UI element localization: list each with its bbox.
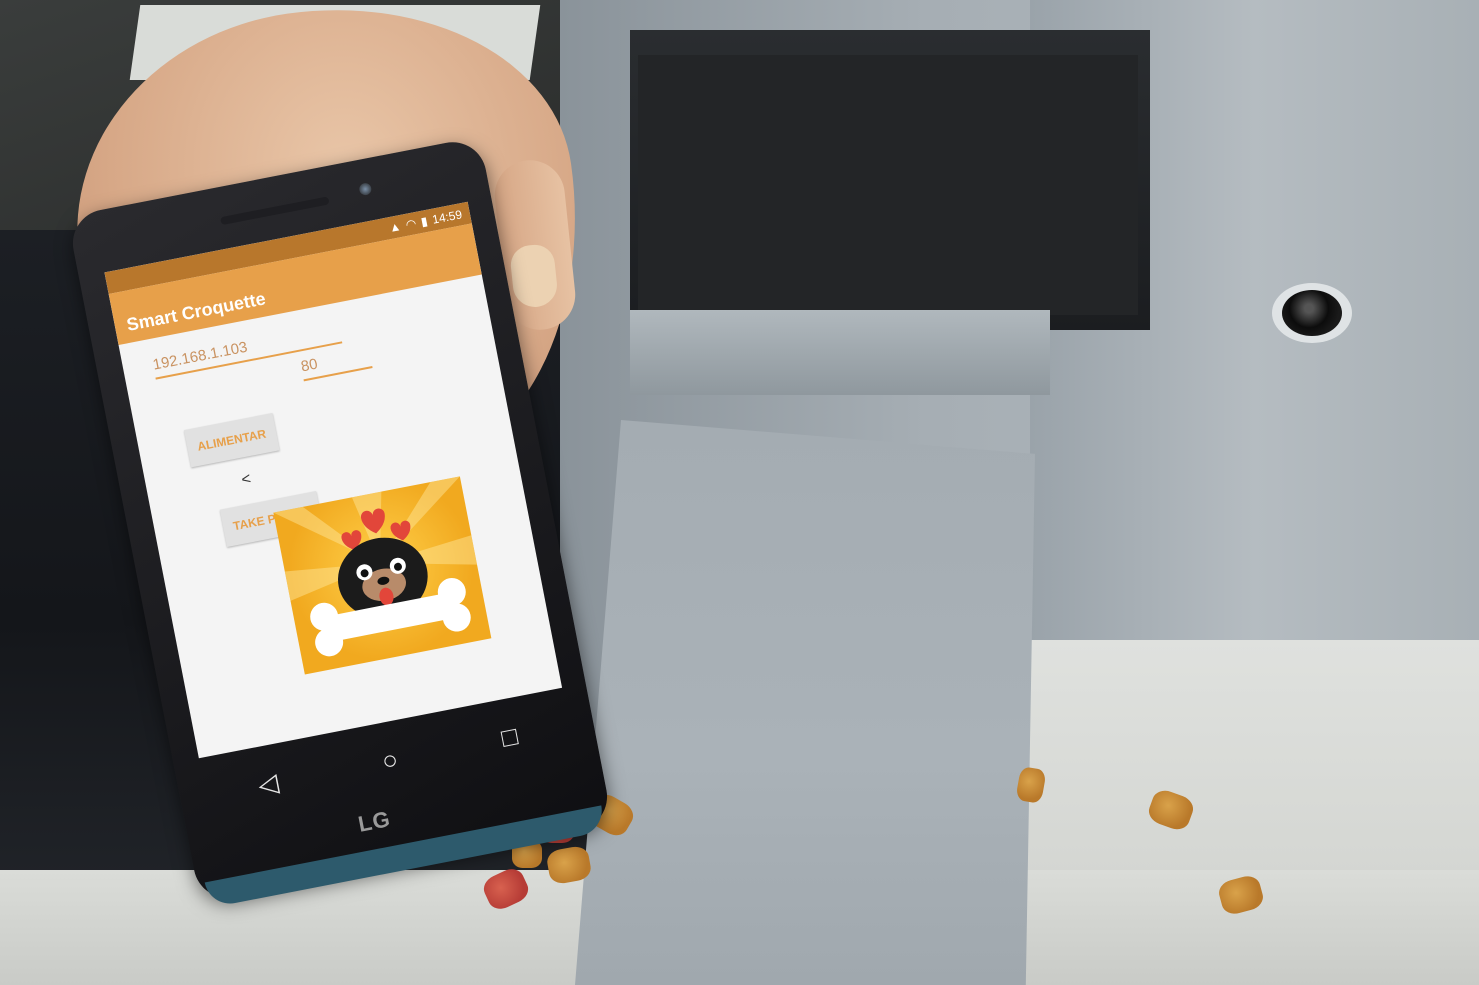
phone-screen: ▲ ◠ ▮ 14:59 Smart Croquette 192.168.1.10…: [104, 201, 563, 759]
port-field[interactable]: 80: [299, 345, 373, 382]
photo-scene: ▲ ◠ ▮ 14:59 Smart Croquette 192.168.1.10…: [0, 0, 1479, 985]
pug-illustration: [273, 476, 478, 657]
pug-with-bone-icon: [273, 476, 492, 675]
phone-brand-logo: LG: [356, 806, 393, 837]
app-title: Smart Croquette: [124, 288, 268, 335]
back-arrow-label: <: [240, 470, 253, 489]
speaker-grille: [220, 196, 330, 226]
camera-lens-icon: [1282, 290, 1342, 336]
wifi-icon: ◠: [404, 216, 418, 232]
nav-back-icon[interactable]: ◁: [255, 766, 281, 800]
nav-home-icon[interactable]: ○: [379, 743, 400, 776]
feeder-hopper: [638, 55, 1138, 315]
front-camera-icon: [358, 182, 373, 197]
feed-button[interactable]: ALIMENTAR: [183, 412, 280, 468]
feeder-shelf: [630, 310, 1050, 395]
signal-icon: ▲: [387, 219, 403, 236]
status-time: 14:59: [431, 207, 464, 227]
battery-icon: ▮: [419, 213, 429, 229]
feeder-ramp: [575, 420, 1035, 985]
table-surface: [1010, 640, 1479, 900]
nav-recent-icon[interactable]: □: [499, 720, 520, 753]
